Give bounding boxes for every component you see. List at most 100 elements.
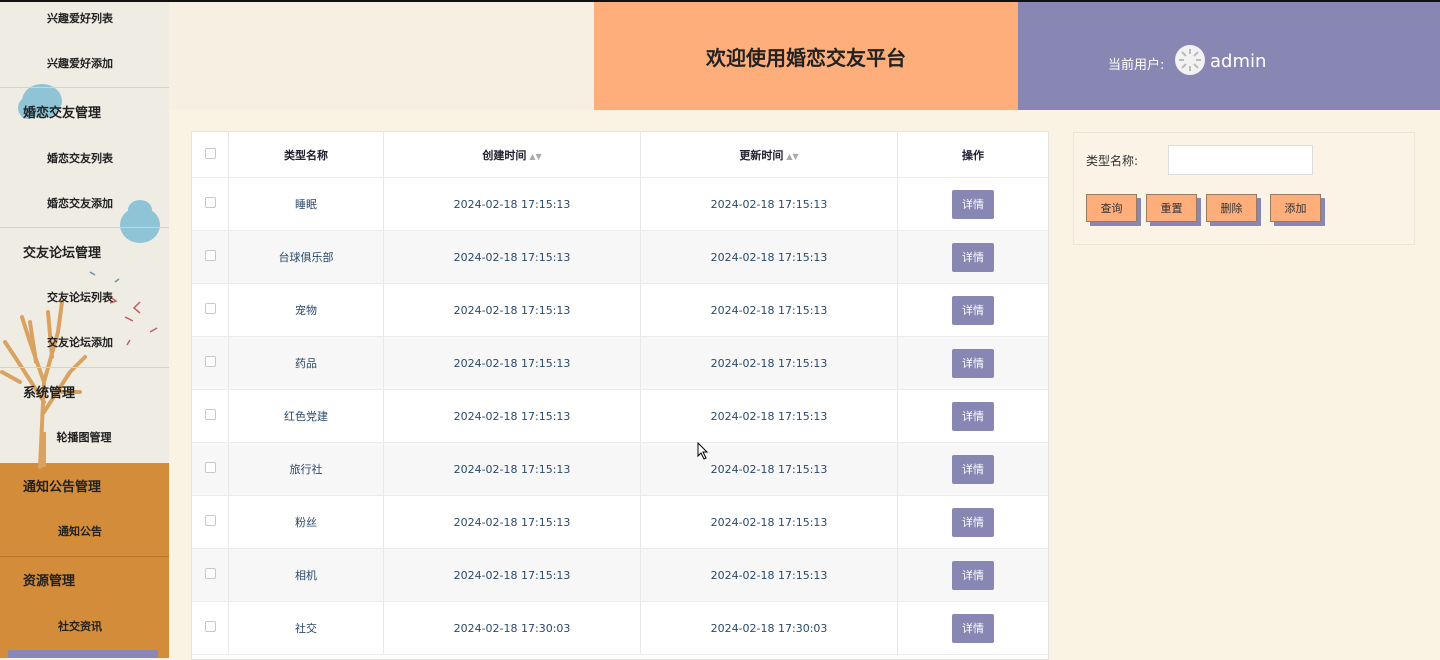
row-checkbox[interactable] <box>204 303 216 314</box>
sidebar: 兴趣爱好列表 兴趣爱好添加 婚恋交友管理 婚恋交友列表 婚恋交友添加 交友论坛管… <box>0 2 169 658</box>
row-checkbox[interactable] <box>204 409 216 420</box>
sidebar-item-social-news[interactable]: 社交资讯 <box>0 618 160 634</box>
detail-button[interactable]: 详情 <box>952 401 994 431</box>
table-row: 粉丝 2024-02-18 17:15:13 2024-02-18 17:15:13… <box>192 495 1048 549</box>
table-row: 宠物 2024-02-18 17:15:13 2024-02-18 17:15:13… <box>192 283 1048 337</box>
updated-time-cell: 2024-02-18 17:15:13 <box>640 442 898 496</box>
sidebar-divider <box>0 227 169 228</box>
action-cell: 详情 <box>897 442 1048 496</box>
detail-button[interactable]: 详情 <box>952 242 994 272</box>
action-cell: 详情 <box>897 336 1048 390</box>
delete-button[interactable]: 删除 <box>1206 194 1257 222</box>
type-name-cell: 睡眠 <box>228 177 384 231</box>
updated-time-cell: 2024-02-18 17:15:13 <box>640 495 898 549</box>
select-all-cell <box>192 132 229 178</box>
created-time-cell: 2024-02-18 17:15:13 <box>383 336 641 390</box>
sidebar-item-system-manage[interactable]: 系统管理 <box>0 382 169 401</box>
row-checkbox[interactable] <box>204 621 216 632</box>
table-row: 相机 2024-02-18 17:15:13 2024-02-18 17:15:13… <box>192 548 1048 602</box>
type-name-cell: 相机 <box>228 548 384 602</box>
type-name-input[interactable] <box>1168 145 1313 175</box>
updated-time-cell: 2024-02-18 17:15:13 <box>640 336 898 390</box>
updated-time-cell: 2024-02-18 17:15:13 <box>640 548 898 602</box>
sidebar-item-carousel[interactable]: 轮播图管理 <box>4 429 164 445</box>
sidebar-item-dating-add[interactable]: 婚恋交友添加 <box>0 195 160 211</box>
column-label: 操作 <box>962 148 984 162</box>
avatar[interactable] <box>1175 45 1205 75</box>
sidebar-item-hobby-list[interactable]: 兴趣爱好列表 <box>0 10 160 26</box>
sidebar-item-forum-add[interactable]: 交友论坛添加 <box>0 334 160 350</box>
sidebar-item-dating-manage[interactable]: 婚恋交友管理 <box>0 102 169 121</box>
action-cell: 详情 <box>897 601 1048 655</box>
search-panel: 类型名称: 查询 重置 删除 添加 <box>1073 132 1415 245</box>
type-name-cell: 粉丝 <box>228 495 384 549</box>
loading-avatar-icon <box>1179 49 1201 71</box>
detail-button[interactable]: 详情 <box>952 189 994 219</box>
sort-icon[interactable]: ▲▼ <box>786 152 798 161</box>
row-checkbox[interactable] <box>204 568 216 579</box>
sidebar-item-hobby-add[interactable]: 兴趣爱好添加 <box>0 55 160 71</box>
action-cell: 详情 <box>897 283 1048 337</box>
updated-time-cell: 2024-02-18 17:15:13 <box>640 389 898 443</box>
data-table: 类型名称 创建时间 ▲▼ 更新时间 ▲▼ 操作 睡眠 2024-02-18 17:15… <box>191 131 1049 660</box>
row-select-cell <box>192 495 229 549</box>
row-checkbox[interactable] <box>204 515 216 526</box>
current-user-name[interactable]: admin <box>1210 51 1266 72</box>
select-all-checkbox[interactable] <box>204 147 216 159</box>
detail-button[interactable]: 详情 <box>952 295 994 325</box>
type-name-cell: 社交 <box>228 601 384 655</box>
sidebar-item-notice[interactable]: 通知公告 <box>0 523 160 539</box>
action-cell: 详情 <box>897 548 1048 602</box>
sidebar-item-dating-list[interactable]: 婚恋交友列表 <box>0 150 160 166</box>
sidebar-item-forum-list[interactable]: 交友论坛列表 <box>0 289 160 305</box>
row-select-cell <box>192 283 229 337</box>
row-checkbox[interactable] <box>204 250 216 261</box>
row-select-cell <box>192 389 229 443</box>
detail-button[interactable]: 详情 <box>952 348 994 378</box>
column-header-created[interactable]: 创建时间 ▲▼ <box>383 132 641 178</box>
type-name-cell: 旅行社 <box>228 442 384 496</box>
created-time-cell: 2024-02-18 17:15:13 <box>383 442 641 496</box>
action-cell: 详情 <box>897 495 1048 549</box>
sidebar-item-resource-manage[interactable]: 资源管理 <box>0 570 169 589</box>
table-row: 社交 2024-02-18 17:30:03 2024-02-18 17:30:03… <box>192 601 1048 655</box>
action-cell: 详情 <box>897 177 1048 231</box>
query-button[interactable]: 查询 <box>1086 194 1137 222</box>
type-name-cell: 药品 <box>228 336 384 390</box>
detail-button[interactable]: 详情 <box>952 560 994 590</box>
sidebar-divider <box>0 87 169 88</box>
created-time-cell: 2024-02-18 17:15:13 <box>383 177 641 231</box>
updated-time-cell: 2024-02-18 17:15:13 <box>640 177 898 231</box>
table-row: 红色党建 2024-02-18 17:15:13 2024-02-18 17:15:… <box>192 389 1048 443</box>
type-name-cell: 台球俱乐部 <box>228 230 384 284</box>
detail-button[interactable]: 详情 <box>952 613 994 643</box>
sidebar-divider <box>0 367 169 368</box>
header-title-panel: 欢迎使用婚恋交友平台 <box>594 2 1018 110</box>
row-checkbox[interactable] <box>204 462 216 473</box>
column-label: 类型名称 <box>284 148 328 162</box>
table-row: 睡眠 2024-02-18 17:15:13 2024-02-18 17:15:13… <box>192 177 1048 231</box>
row-select-cell <box>192 336 229 390</box>
sidebar-item-forum-manage[interactable]: 交友论坛管理 <box>0 242 169 261</box>
column-header-type-name: 类型名称 <box>228 132 384 178</box>
column-header-updated[interactable]: 更新时间 ▲▼ <box>640 132 898 178</box>
add-button[interactable]: 添加 <box>1270 194 1321 222</box>
detail-button[interactable]: 详情 <box>952 454 994 484</box>
updated-time-cell: 2024-02-18 17:15:13 <box>640 230 898 284</box>
sort-icon[interactable]: ▲▼ <box>529 152 541 161</box>
column-header-action: 操作 <box>897 132 1048 178</box>
column-label: 更新时间 <box>739 148 784 162</box>
row-checkbox[interactable] <box>204 197 216 208</box>
current-user-label: 当前用户: <box>1108 58 1165 73</box>
sidebar-item-notice-manage[interactable]: 通知公告管理 <box>0 476 169 495</box>
detail-button[interactable]: 详情 <box>952 507 994 537</box>
table-row: 旅行社 2024-02-18 17:15:13 2024-02-18 17:15:1… <box>192 442 1048 496</box>
created-time-cell: 2024-02-18 17:15:13 <box>383 283 641 337</box>
reset-button[interactable]: 重置 <box>1146 194 1197 222</box>
sidebar-active-indicator <box>8 650 158 658</box>
type-name-label: 类型名称: <box>1086 154 1139 168</box>
row-select-cell <box>192 601 229 655</box>
created-time-cell: 2024-02-18 17:15:13 <box>383 495 641 549</box>
row-checkbox[interactable] <box>204 356 216 367</box>
header-user-panel: 当前用户: admin <box>1018 2 1440 110</box>
